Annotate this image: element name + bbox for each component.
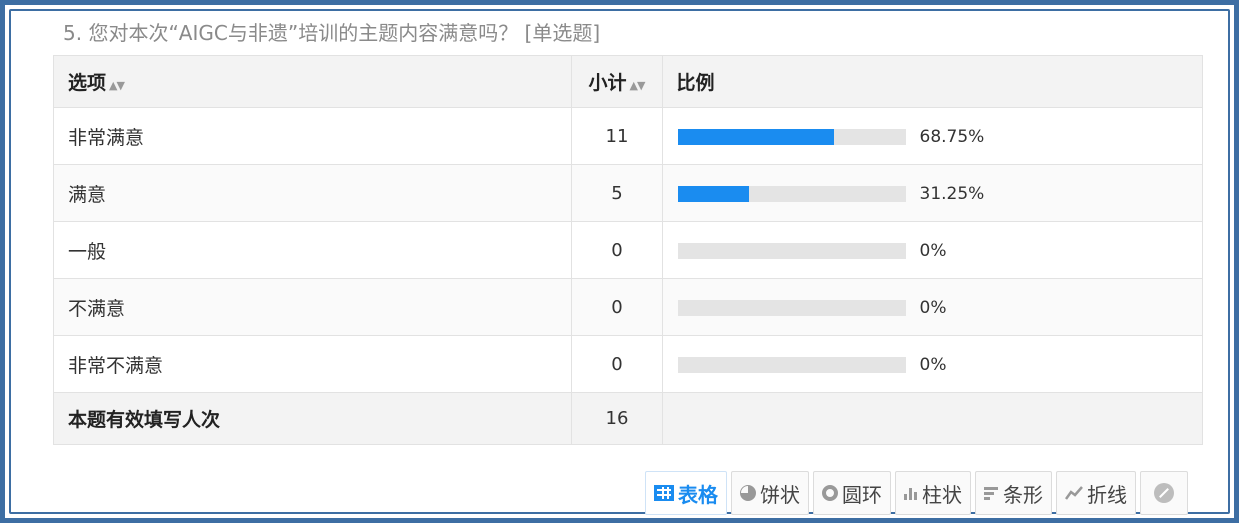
option-label: 非常不满意 [52, 335, 573, 393]
pie-chart-button[interactable]: 饼状 [731, 471, 809, 515]
option-count: 5 [571, 164, 663, 222]
progress-bar-fill [677, 128, 835, 145]
header-count[interactable]: 小计 ▲▼ [571, 55, 663, 108]
table-row: 满意 5 31.25% [52, 164, 1204, 222]
header-option[interactable]: 选项 ▲▼ [52, 55, 573, 108]
result-panel: 5. 您对本次“AIGC与非遗”培训的主题内容满意吗？ [单选题] 选项 ▲▼ 小… [9, 9, 1230, 515]
result-table: 选项 ▲▼ 小计 ▲▼ 比例 非常满意 11 68.75% 满意 5 31.25… [52, 55, 1204, 445]
option-count: 0 [571, 335, 663, 393]
option-ratio: 31.25% [661, 164, 1204, 222]
screenshot-frame: 5. 您对本次“AIGC与非遗”培训的主题内容满意吗？ [单选题] 选项 ▲▼ 小… [0, 0, 1239, 523]
option-ratio: 0% [661, 278, 1204, 336]
option-count: 11 [571, 107, 663, 165]
line-chart-button[interactable]: 折线 [1056, 471, 1136, 515]
table-row: 不满意 0 0% [52, 278, 1204, 336]
table-view-label: 表格 [678, 482, 718, 507]
pie-chart-label: 饼状 [760, 482, 800, 507]
sort-icon[interactable]: ▲▼ [109, 79, 125, 92]
total-row: 本题有效填写人次 16 [52, 392, 1204, 445]
total-label: 本题有效填写人次 [52, 392, 573, 445]
sort-icon[interactable]: ▲▼ [630, 79, 646, 92]
column-chart-button[interactable]: 柱状 [895, 471, 971, 515]
bar-chart-label: 条形 [1003, 482, 1043, 507]
header-count-label: 小计 [588, 72, 627, 94]
chart-type-toolbar: 表格 饼状 圆环 柱状 条形 折线 [645, 471, 1188, 515]
ban-icon [1154, 483, 1174, 503]
option-label: 满意 [52, 164, 573, 222]
question-title: 5. 您对本次“AIGC与非遗”培训的主题内容满意吗？ [单选题] [63, 21, 601, 45]
percent-text: 0% [919, 297, 947, 318]
percent-text: 0% [919, 354, 947, 375]
option-label: 不满意 [52, 278, 573, 336]
column-icon [904, 486, 917, 500]
option-ratio: 68.75% [661, 107, 1204, 165]
option-ratio: 0% [661, 335, 1204, 393]
header-ratio: 比例 [661, 55, 1204, 108]
percent-text: 68.75% [919, 126, 985, 147]
ring-chart-button[interactable]: 圆环 [813, 471, 891, 515]
percent-text: 0% [919, 240, 947, 261]
line-icon [1065, 486, 1083, 500]
total-count: 16 [571, 392, 663, 445]
table-header-row: 选项 ▲▼ 小计 ▲▼ 比例 [52, 55, 1204, 108]
total-empty-cell [661, 392, 1204, 445]
progress-bar-fill [677, 185, 749, 202]
table-row: 一般 0 0% [52, 221, 1204, 279]
header-option-label: 选项 [68, 72, 107, 94]
table-icon [654, 485, 674, 501]
option-ratio: 0% [661, 221, 1204, 279]
option-label: 非常满意 [52, 107, 573, 165]
header-ratio-label: 比例 [676, 72, 715, 94]
option-count: 0 [571, 278, 663, 336]
column-chart-label: 柱状 [922, 482, 962, 507]
hide-chart-button[interactable] [1140, 471, 1188, 515]
option-count: 0 [571, 221, 663, 279]
table-row: 非常满意 11 68.75% [52, 107, 1204, 165]
line-chart-label: 折线 [1087, 482, 1127, 507]
progress-bar-track [677, 299, 906, 316]
bar-chart-button[interactable]: 条形 [975, 471, 1052, 515]
percent-text: 31.25% [919, 183, 985, 204]
ring-icon [822, 485, 838, 501]
bar-icon [984, 486, 998, 500]
option-label: 一般 [52, 221, 573, 279]
pie-icon [740, 485, 756, 501]
progress-bar-track [677, 185, 906, 202]
table-view-button[interactable]: 表格 [645, 471, 727, 515]
progress-bar-track [677, 356, 906, 373]
progress-bar-track [677, 128, 906, 145]
ring-chart-label: 圆环 [842, 482, 882, 507]
table-row: 非常不满意 0 0% [52, 335, 1204, 393]
progress-bar-track [677, 242, 906, 259]
